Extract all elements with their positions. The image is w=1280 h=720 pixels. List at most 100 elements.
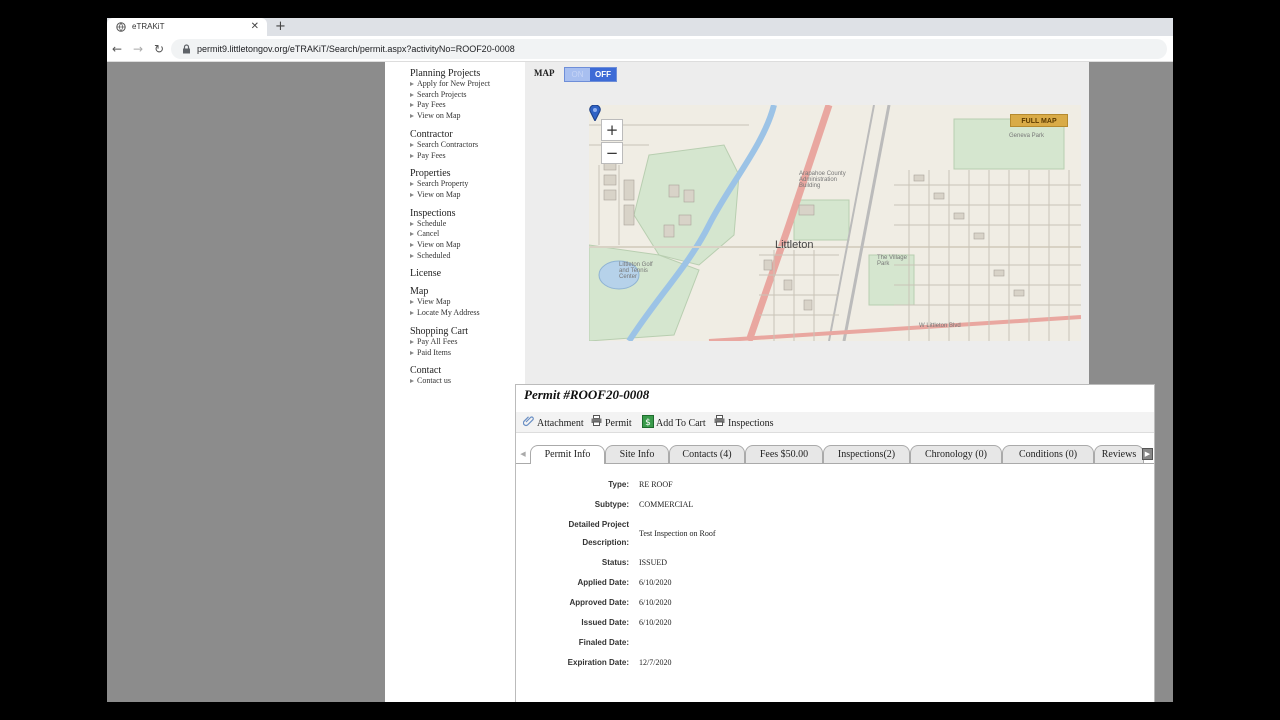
field-value: COMMERCIAL [639,500,694,509]
sidebar-link[interactable]: Search Property [410,179,515,190]
map-place-label: Geneva Park [1009,133,1045,139]
address-bar[interactable]: permit9.littletongov.org/eTRAKiT/Search/… [171,39,1167,59]
printer-icon [714,415,725,426]
sidebar-link[interactable]: Scheduled [410,251,515,262]
field-value: Test Inspection on Roof [639,529,716,538]
sidebar-section-title: Map [410,286,429,298]
tab-contacts[interactable]: Contacts (4) [669,445,745,463]
field-value: RE ROOF [639,480,673,489]
map-toggle-on[interactable]: ON [565,68,590,81]
sidebar-link[interactable]: Pay All Fees [410,337,515,348]
globe-icon [116,22,126,32]
add-to-cart-label: Add To Cart [656,418,706,429]
map-pin-icon[interactable] [589,105,601,121]
field-label: Expiration Date: [567,658,629,667]
tab-inspections[interactable]: Inspections(2) [823,445,910,463]
page-viewport: Planning Projects Apply for New Project Se… [107,62,1173,702]
tab-title: eTRAKiT [132,22,165,31]
map-place-label: Arapahoe County Administration Building [799,171,846,189]
tab-chronology[interactable]: Chronology (0) [910,445,1002,463]
sidebar-link[interactable]: Pay Fees [410,151,515,162]
tab-conditions[interactable]: Conditions (0) [1002,445,1094,463]
map-tiles [589,105,1081,341]
map-toggle[interactable]: ON OFF [564,67,617,82]
field-label: Detailed Project [568,520,629,529]
map-town-label: Littleton [775,239,814,251]
field-value: 6/10/2020 [639,598,672,607]
back-arrow-icon[interactable]: ← [108,40,126,58]
tabs-next-arrow-icon[interactable]: ▶ [1142,448,1153,460]
sidebar-section-title: Shopping Cart [410,325,469,337]
sidebar-section-title: Contact [410,365,442,377]
sidebar-link[interactable]: Search Contractors [410,140,515,151]
sidebar-section-title: License [410,268,442,280]
sidebar-section-title: Contractor [410,128,453,140]
inspections-print-action[interactable]: Inspections [714,415,774,429]
map-place-label: Littleton Golf and Tennis Center [619,262,653,280]
permit-panel: Permit #ROOF20-0008 Attachment Permit $ … [515,384,1155,702]
browser-tab[interactable]: eTRAKiT ✕ [107,18,267,36]
field-label: Finaled Date: [578,638,629,647]
sidebar-link[interactable]: Paid Items [410,348,515,359]
paperclip-icon [523,416,534,427]
inspections-action-label: Inspections [728,418,774,429]
map-place-label: W Littleton Blvd [919,323,961,329]
close-icon[interactable]: ✕ [251,18,259,36]
sidebar-section-title: Planning Projects [410,68,481,79]
attachment-action[interactable]: Attachment [523,416,584,429]
printer-icon [591,415,602,426]
sidebar-link[interactable]: Cancel [410,229,515,240]
permit-title: Permit #ROOF20-0008 [524,387,650,402]
tab-fees[interactable]: Fees $50.00 [745,445,823,463]
tab-site-info[interactable]: Site Info [605,445,669,463]
field-label: Applied Date: [577,578,629,587]
permit-tabs: ◀ Permit Info Site Info Contacts (4) Fee… [516,444,1154,464]
permit-actions-bar: Attachment Permit $ Add To Cart Inspecti… [516,412,1154,433]
svg-text:$: $ [645,418,651,428]
map-view[interactable]: + − FULL MAP Littleton Arapahoe County A… [589,105,1081,341]
attachment-label: Attachment [537,418,584,429]
field-label: Description: [582,538,629,547]
zoom-out-button[interactable]: − [601,142,623,164]
sidebar-link[interactable]: View Map [410,297,515,308]
sidebar-link[interactable]: View on Map [410,111,515,122]
sidebar-link[interactable]: View on Map [410,190,515,201]
permit-print-action[interactable]: Permit [591,415,632,429]
field-value: 6/10/2020 [639,578,672,587]
lock-icon [183,44,190,54]
field-label: Issued Date: [581,618,629,627]
sidebar-link[interactable]: View on Map [410,240,515,251]
add-to-cart-action[interactable]: $ Add To Cart [642,415,706,429]
browser-window: eTRAKiT ✕ + ← → ↻ permit9.littletongov.o… [107,18,1173,702]
map-toggle-off[interactable]: OFF [590,68,616,81]
forward-arrow-icon[interactable]: → [129,40,147,58]
field-value: ISSUED [639,558,668,567]
zoom-in-button[interactable]: + [601,119,623,141]
tab-reviews[interactable]: Reviews [1094,445,1144,463]
field-label: Approved Date: [569,598,629,607]
sidebar-link[interactable]: Pay Fees [410,100,515,111]
permit-action-label: Permit [605,418,632,429]
field-value: 12/7/2020 [639,658,672,667]
sidebar-link[interactable]: Locate My Address [410,308,515,319]
tabs-prev-arrow-icon[interactable]: ◀ [518,448,528,460]
browser-toolbar: ← → ↻ permit9.littletongov.org/eTRAKiT/S… [107,36,1173,62]
field-label: Type: [608,480,629,489]
sidebar-link[interactable]: Apply for New Project [410,79,515,90]
field-label: Status: [601,558,629,567]
url-text: permit9.littletongov.org/eTRAKiT/Search/… [197,44,515,54]
full-map-button[interactable]: FULL MAP [1010,114,1068,127]
new-tab-button[interactable]: + [275,18,286,36]
sidebar-link[interactable]: Contact us [410,376,515,387]
map-label: MAP [534,68,555,78]
field-value: 6/10/2020 [639,618,672,627]
field-label: Subtype: [594,500,629,509]
sidebar-link[interactable]: Search Projects [410,90,515,101]
sidebar-section-title: Properties [410,168,451,180]
tab-permit-info[interactable]: Permit Info [530,445,605,464]
map-place-label: The Village Park [877,255,907,267]
sidebar-section-title: Inspections [410,207,456,219]
reload-icon[interactable]: ↻ [150,40,168,58]
sidebar-link[interactable]: Schedule [410,219,515,230]
cart-money-icon: $ [642,415,654,428]
